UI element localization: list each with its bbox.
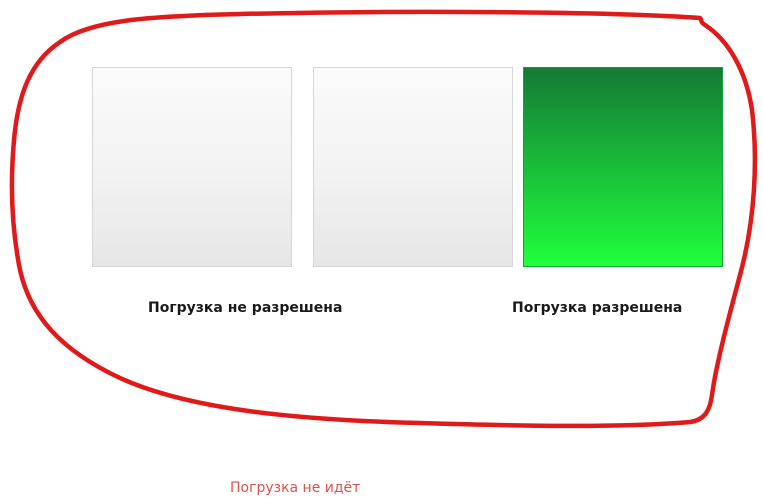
- label-loading-allowed: Погрузка разрешена: [512, 300, 683, 316]
- label-loading-not-allowed: Погрузка не разрешена: [148, 300, 343, 316]
- loading-status-panel: Погрузка не разрешена Погрузка разрешена…: [0, 0, 763, 503]
- loading-tile-2: [313, 67, 513, 267]
- loading-tile-3-active: [523, 67, 723, 267]
- loading-status-text: Погрузка не идёт: [230, 480, 361, 496]
- loading-tile-1: [92, 67, 292, 267]
